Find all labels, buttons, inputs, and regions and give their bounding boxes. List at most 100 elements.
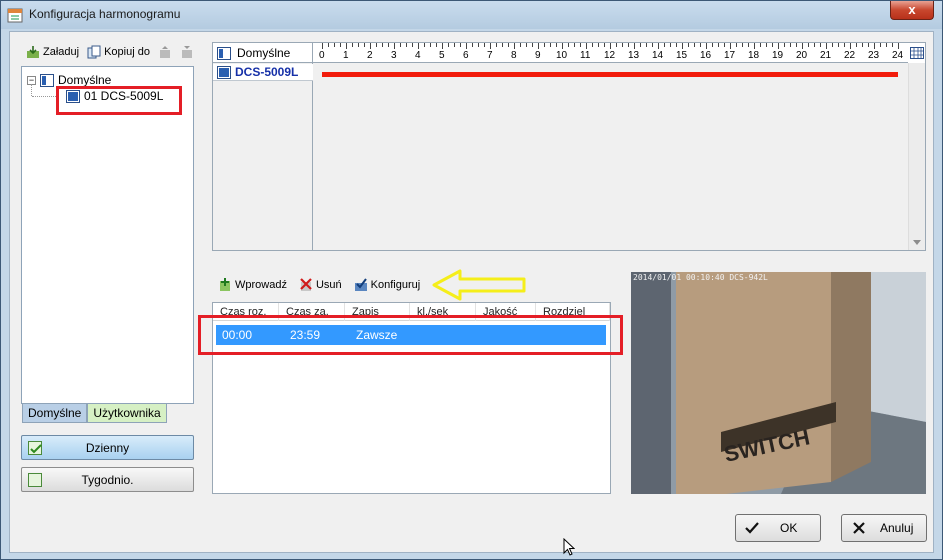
schedule-scrollbar[interactable] — [908, 63, 925, 250]
tab-default[interactable]: Domyślne — [22, 404, 88, 423]
timeline-tick — [586, 43, 587, 49]
schedule-grid[interactable]: Domyślne DCS-5009L 0 1 2 3 4 5 6 7 8 9 10 11 12 13 14 1… — [212, 42, 926, 251]
device-tree[interactable]: − Domyślne 01 DCS-5009L — [21, 66, 194, 404]
timeline-tick — [784, 43, 785, 47]
tree-tabs: Domyślne Użytkownika — [22, 404, 167, 423]
timeline-tick — [532, 43, 533, 47]
add-entry-button[interactable]: Wprowadź — [216, 276, 289, 294]
timeline-tick — [634, 43, 635, 49]
timeline-tick — [706, 43, 707, 49]
hour-tick-label: 8 — [511, 50, 517, 61]
dialog-window: Konfiguracja harmonogramu x Załaduj Kopi… — [0, 0, 943, 560]
timeline-tick — [820, 43, 821, 47]
timeline-tick — [496, 43, 497, 47]
hour-tick-label: 18 — [748, 50, 760, 61]
hour-tick-label: 3 — [391, 50, 397, 61]
move-up-button[interactable] — [156, 43, 174, 61]
schedule-row-camera[interactable]: DCS-5009L — [213, 64, 313, 81]
timeline-tick — [628, 43, 629, 47]
timeline-tick — [364, 43, 365, 47]
schedule-camera-label: DCS-5009L — [235, 65, 299, 79]
tree-root[interactable]: − Domyślne — [27, 73, 111, 87]
timeline-tick — [622, 43, 623, 47]
scroll-down-icon[interactable] — [913, 240, 921, 246]
title-bar[interactable]: Konfiguracja harmonogramu x — [1, 1, 942, 29]
group-icon — [40, 73, 54, 87]
timeline-tick — [442, 43, 443, 49]
move-down-button[interactable] — [178, 43, 196, 61]
timeline-tick — [652, 43, 653, 47]
timeline-tick — [448, 43, 449, 47]
timeline-tick — [412, 43, 413, 47]
remove-entry-label: Usuń — [315, 279, 342, 291]
timeline-tick — [544, 43, 545, 47]
timeline-tick — [832, 43, 833, 47]
timeline-tick — [892, 43, 893, 47]
timeline-tick — [394, 43, 395, 49]
timeline-tick — [826, 43, 827, 49]
daily-button[interactable]: Dzienny — [21, 435, 194, 460]
load-label: Załaduj — [43, 46, 80, 58]
timeline-tick — [490, 43, 491, 49]
timeline-tick — [694, 43, 695, 47]
timeline-tick — [508, 43, 509, 47]
timeline-tick — [742, 43, 743, 47]
calendar-icon — [7, 8, 23, 23]
timeline-tick — [772, 43, 773, 47]
grid-view-icon[interactable] — [908, 43, 925, 63]
timeline-tick — [868, 43, 869, 47]
hour-tick-label: 14 — [652, 50, 664, 61]
timeline-tick — [844, 43, 845, 47]
camera-preview: SWITCH 2014/01/01 00:10:40 DCS-942L — [631, 272, 926, 494]
hour-tick-label: 16 — [700, 50, 712, 61]
timeline-tick — [322, 43, 323, 49]
weekly-button[interactable]: Tygodnio. — [21, 467, 194, 492]
remove-entry-button[interactable]: Usuń — [297, 276, 344, 294]
hour-tick-label: 21 — [820, 50, 832, 61]
hour-tick-label: 1 — [343, 50, 349, 61]
tab-user[interactable]: Użytkownika — [87, 404, 167, 423]
timeline-tick — [700, 43, 701, 47]
recording-bar[interactable] — [322, 72, 898, 77]
cancel-button[interactable]: Anuluj — [841, 514, 927, 542]
move-down-icon — [181, 46, 192, 58]
timeline-tick — [526, 43, 527, 47]
schedule-column-title: Domyślne — [237, 46, 291, 60]
ok-label: OK — [780, 521, 798, 535]
timeline-tick — [550, 43, 551, 47]
timeline-tick — [736, 43, 737, 47]
group-icon — [217, 46, 231, 60]
timeline-tick — [778, 43, 779, 49]
close-button[interactable]: x — [890, 1, 934, 20]
hour-tick-label: 2 — [367, 50, 373, 61]
copy-to-label: Kopiuj do — [104, 46, 150, 58]
timeline-tick — [730, 43, 731, 49]
timeline-tick — [862, 43, 863, 47]
preview-image: SWITCH — [631, 272, 926, 494]
timeline-tick — [850, 43, 851, 49]
timeline-tick — [346, 43, 347, 49]
timeline-tick — [880, 43, 881, 47]
ok-button[interactable]: OK — [735, 514, 821, 542]
timeline-tick — [598, 43, 599, 47]
copy-to-button[interactable]: Kopiuj do — [85, 43, 152, 61]
ok-check-icon — [745, 522, 759, 534]
window-title: Konfiguracja harmonogramu — [29, 7, 181, 21]
hour-tick-label: 24 — [892, 50, 904, 61]
timeline-tick — [334, 43, 335, 47]
timeline-tick — [676, 43, 677, 47]
weekly-check-icon — [28, 473, 42, 487]
configure-entry-button[interactable]: Konfiguruj — [352, 276, 423, 294]
timeline-tick — [472, 43, 473, 47]
hour-tick-label: 10 — [556, 50, 568, 61]
timeline-tick — [754, 43, 755, 49]
hour-tick-label: 6 — [463, 50, 469, 61]
remove-icon — [300, 278, 312, 291]
cancel-x-icon — [853, 522, 865, 534]
timeline-tick — [466, 43, 467, 49]
add-icon — [220, 278, 230, 291]
copy-icon — [87, 45, 101, 59]
timeline-tick — [418, 43, 419, 49]
hour-tick-label: 0 — [319, 50, 325, 61]
load-button[interactable]: Załaduj — [24, 43, 81, 61]
